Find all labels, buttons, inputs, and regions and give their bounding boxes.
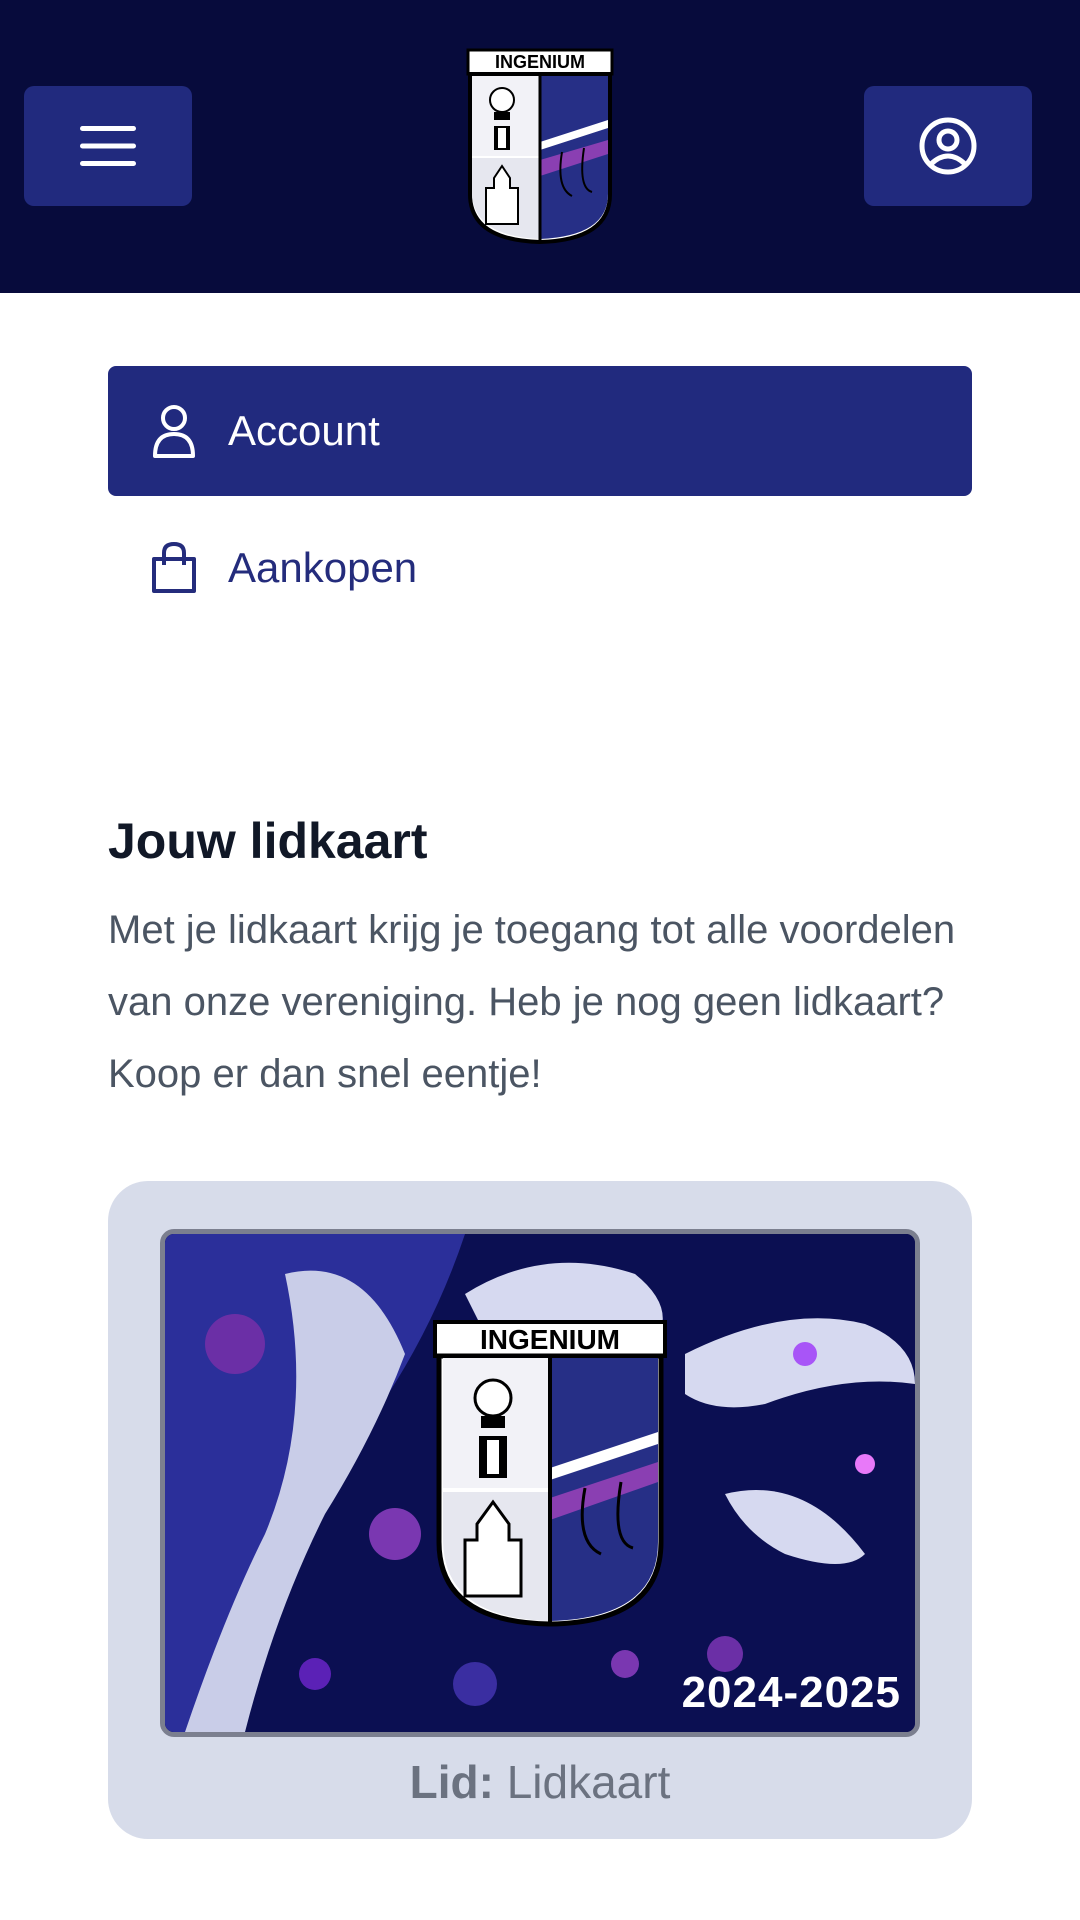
svg-text:INGENIUM: INGENIUM [495,52,585,72]
membership-card-panel: INGENIUM 2024-2025 Lid: Lidkaart [108,1181,972,1839]
shopping-bag-icon [148,540,200,596]
membership-card[interactable]: INGENIUM 2024-2025 [160,1229,920,1737]
menu-button[interactable] [24,86,192,206]
app-header: INGENIUM [0,0,1080,293]
card-year: 2024-2025 [681,1668,901,1717]
card-caption-value: Lidkaart [506,1756,671,1808]
nav-item-aankopen[interactable]: Aankopen [108,503,972,633]
svg-text:INGENIUM: INGENIUM [480,1324,620,1355]
nav-item-account[interactable]: Account [108,366,972,496]
section-description: Met je lidkaart krijg je toegang tot all… [108,908,956,1096]
nav-label-aankopen: Aankopen [228,544,418,591]
user-icon [148,403,200,459]
section-title: Jouw lidkaart [108,813,428,869]
card-caption-key: Lid: [409,1756,494,1808]
ingenium-logo[interactable]: INGENIUM [466,48,614,244]
card-caption: Lid: Lidkaart [108,1755,972,1809]
user-circle-icon [919,117,977,175]
nav-label-account: Account [228,407,380,454]
profile-button[interactable] [864,86,1032,206]
card-artwork: INGENIUM [165,1234,915,1732]
hamburger-menu-icon [80,126,136,166]
